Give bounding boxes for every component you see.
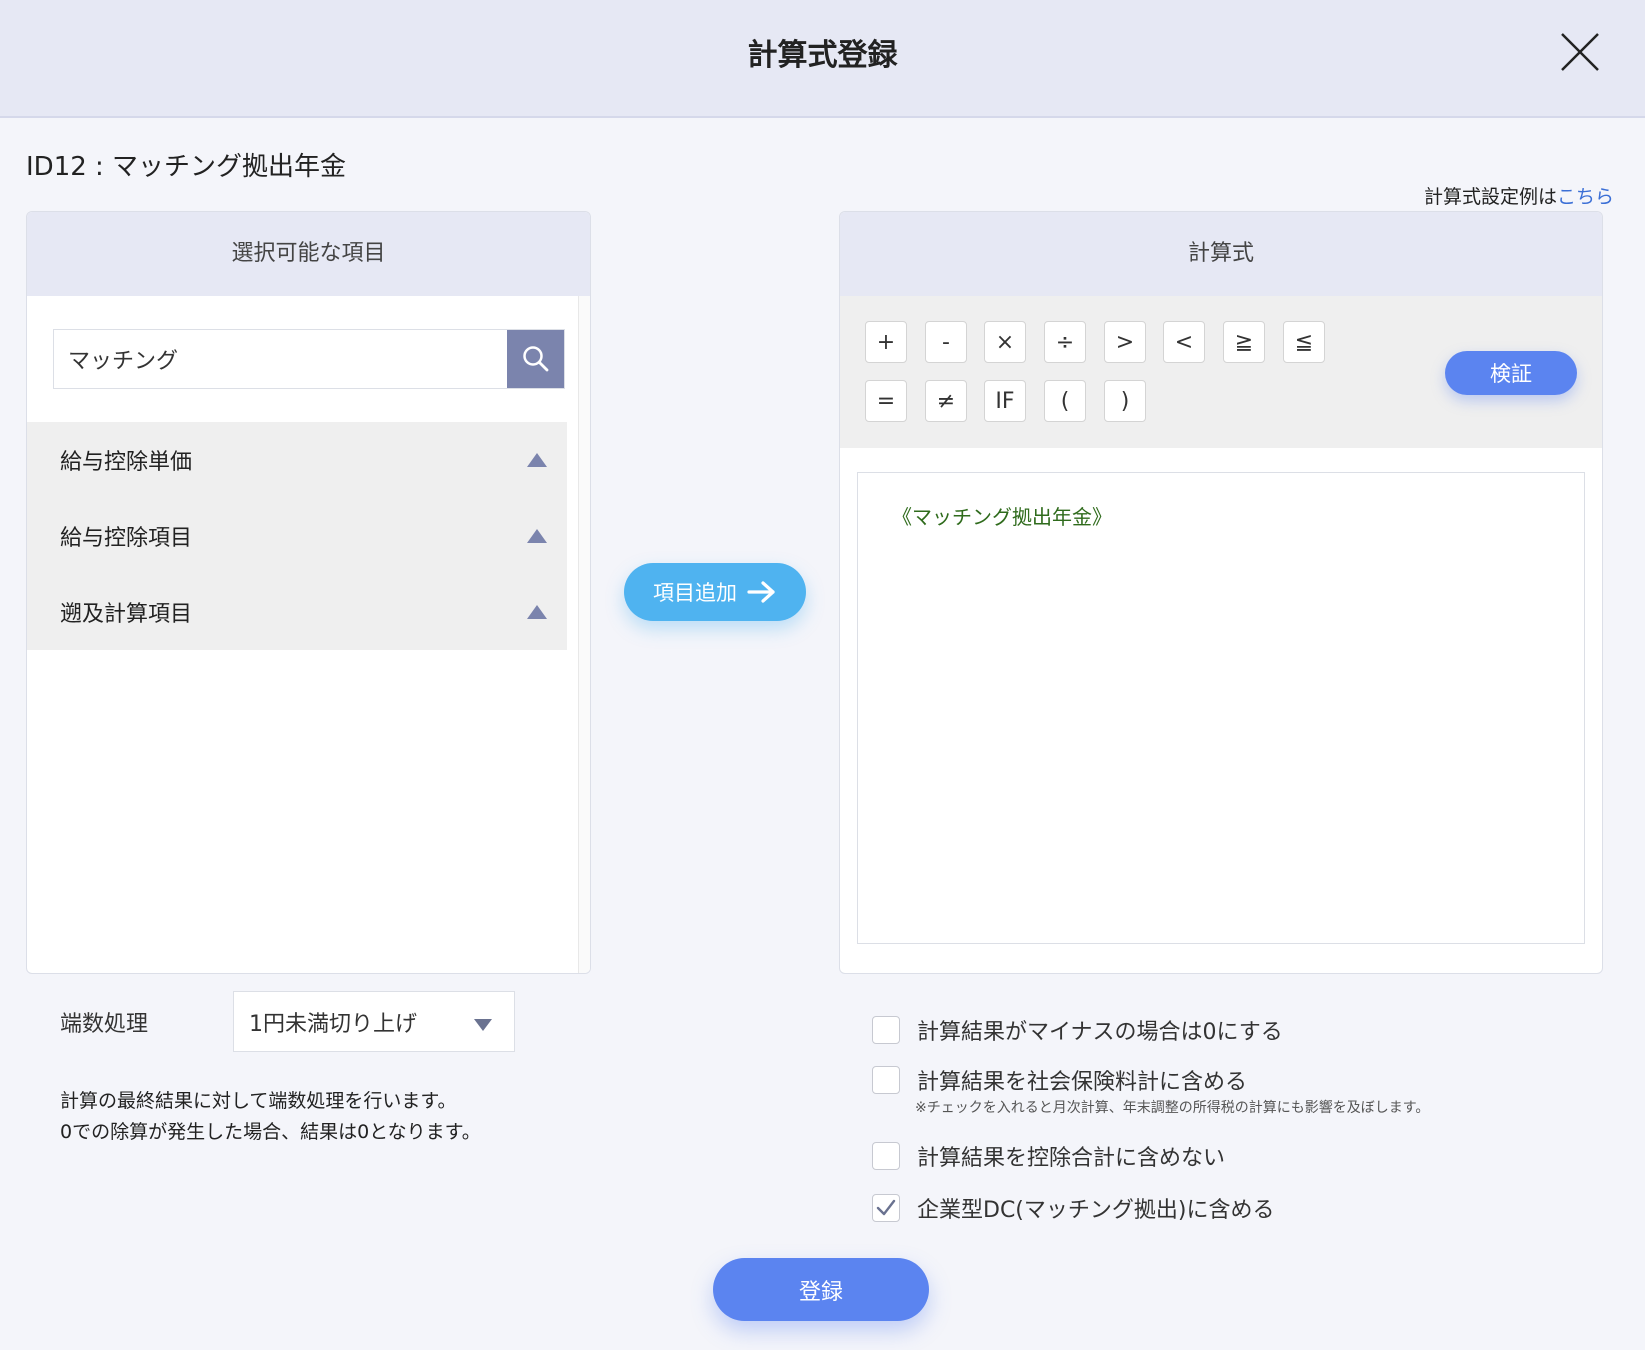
formula-text: 《マッチング拠出年金》 — [892, 505, 1112, 529]
option-include-social-insurance[interactable]: 計算結果を社会保険料計に含める — [872, 1064, 1247, 1096]
option-negative-zero[interactable]: 計算結果がマイナスの場合は0にする — [872, 1014, 1283, 1046]
operator-equal-button[interactable]: = — [865, 380, 907, 422]
record-title: ID12 : マッチング拠出年金 — [26, 152, 347, 182]
option-label: 計算結果がマイナスの場合は0にする — [917, 1020, 1283, 1045]
option-label: 企業型DC(マッチング拠出)に含める — [917, 1198, 1275, 1223]
option-label: 計算結果を控除合計に含めない — [917, 1146, 1226, 1171]
chevron-down-icon — [474, 1019, 492, 1031]
operator-greater-equal-button[interactable]: ≧ — [1223, 321, 1265, 363]
example-text: 計算式設定例はこちら — [1424, 182, 1614, 209]
checkbox[interactable] — [872, 1142, 900, 1170]
search-box — [53, 329, 565, 389]
operator-close-paren-button[interactable]: ) — [1104, 380, 1146, 422]
search-icon — [522, 346, 548, 372]
register-button[interactable]: 登録 — [713, 1258, 929, 1321]
operator-less-button[interactable]: < — [1163, 321, 1205, 363]
add-item-label: 項目追加 — [653, 581, 737, 605]
rounding-note: 計算の最終結果に対して端数処理を行います。 0での除算が発生した場合、結果は0と… — [60, 1086, 481, 1148]
dialog-title: 計算式登録 — [747, 38, 898, 73]
rounding-select[interactable]: 1円未満切り上げ — [233, 991, 515, 1052]
arrow-right-icon — [747, 581, 775, 603]
rounding-note-line: 0での除算が発生した場合、結果は0となります。 — [60, 1121, 481, 1143]
add-item-button[interactable]: 項目追加 — [624, 563, 806, 621]
option-include-dc-matching[interactable]: 企業型DC(マッチング拠出)に含める — [872, 1192, 1274, 1224]
dialog-header: 計算式登録 — [0, 0, 1645, 118]
rounding-note-line: 計算の最終結果に対して端数処理を行います。 — [60, 1090, 457, 1112]
operator-if-button[interactable]: IF — [984, 380, 1026, 422]
search-button[interactable] — [507, 330, 564, 388]
collapse-triangle-icon[interactable] — [527, 453, 547, 467]
example-link[interactable]: こちら — [1557, 186, 1614, 208]
category-item[interactable]: 給与控除単価 — [27, 422, 567, 498]
operator-open-paren-button[interactable]: ( — [1044, 380, 1086, 422]
rounding-selected-value: 1円未満切り上げ — [249, 1011, 417, 1037]
checkmark-icon — [876, 1199, 896, 1216]
collapse-triangle-icon[interactable] — [527, 529, 547, 543]
operator-multiply-button[interactable]: × — [984, 321, 1026, 363]
collapse-triangle-icon[interactable] — [527, 605, 547, 619]
selectable-items-header: 選択可能な項目 — [27, 212, 590, 296]
verify-button[interactable]: 検証 — [1445, 351, 1577, 395]
operator-minus-button[interactable]: - — [925, 321, 967, 363]
item-category-list: 給与控除単価 給与控除項目 遡及計算項目 — [27, 422, 567, 650]
search-input[interactable] — [54, 330, 509, 388]
close-icon[interactable] — [1556, 28, 1604, 76]
formula-editor[interactable]: 《マッチング拠出年金》 — [857, 472, 1585, 944]
left-scrollbar[interactable] — [578, 296, 590, 973]
category-label: 給与控除項目 — [60, 526, 193, 551]
operator-toolbar: + - × ÷ > < ≧ ≦ = ≠ IF ( ) 検証 — [840, 296, 1602, 448]
category-item[interactable]: 遡及計算項目 — [27, 574, 567, 650]
option-label: 計算結果を社会保険料計に含める — [917, 1070, 1248, 1095]
option-exclude-deduction-total[interactable]: 計算結果を控除合計に含めない — [872, 1140, 1225, 1172]
operator-greater-button[interactable]: > — [1104, 321, 1146, 363]
operator-less-equal-button[interactable]: ≦ — [1283, 321, 1325, 363]
operator-divide-button[interactable]: ÷ — [1044, 321, 1086, 363]
selectable-items-panel: 選択可能な項目 給与控除単価 給与控除項目 遡及計算項目 — [26, 211, 591, 974]
option-note: ※チェックを入れると月次計算、年末調整の所得税の計算にも影響を及ぼします。 — [915, 1100, 1430, 1116]
operator-not-equal-button[interactable]: ≠ — [925, 380, 967, 422]
rounding-label: 端数処理 — [60, 1012, 149, 1037]
category-label: 遡及計算項目 — [60, 602, 193, 627]
checkbox[interactable] — [872, 1016, 900, 1044]
category-label: 給与控除単価 — [60, 450, 193, 475]
category-item[interactable]: 給与控除項目 — [27, 498, 567, 574]
checkbox[interactable] — [872, 1066, 900, 1094]
operator-plus-button[interactable]: + — [865, 321, 907, 363]
checkbox-checked[interactable] — [872, 1194, 900, 1222]
example-prefix: 計算式設定例は — [1423, 186, 1557, 208]
formula-panel: 計算式 + - × ÷ > < ≧ ≦ = ≠ IF ( ) 検証 《マッチング… — [839, 211, 1603, 974]
formula-header: 計算式 — [840, 212, 1602, 296]
